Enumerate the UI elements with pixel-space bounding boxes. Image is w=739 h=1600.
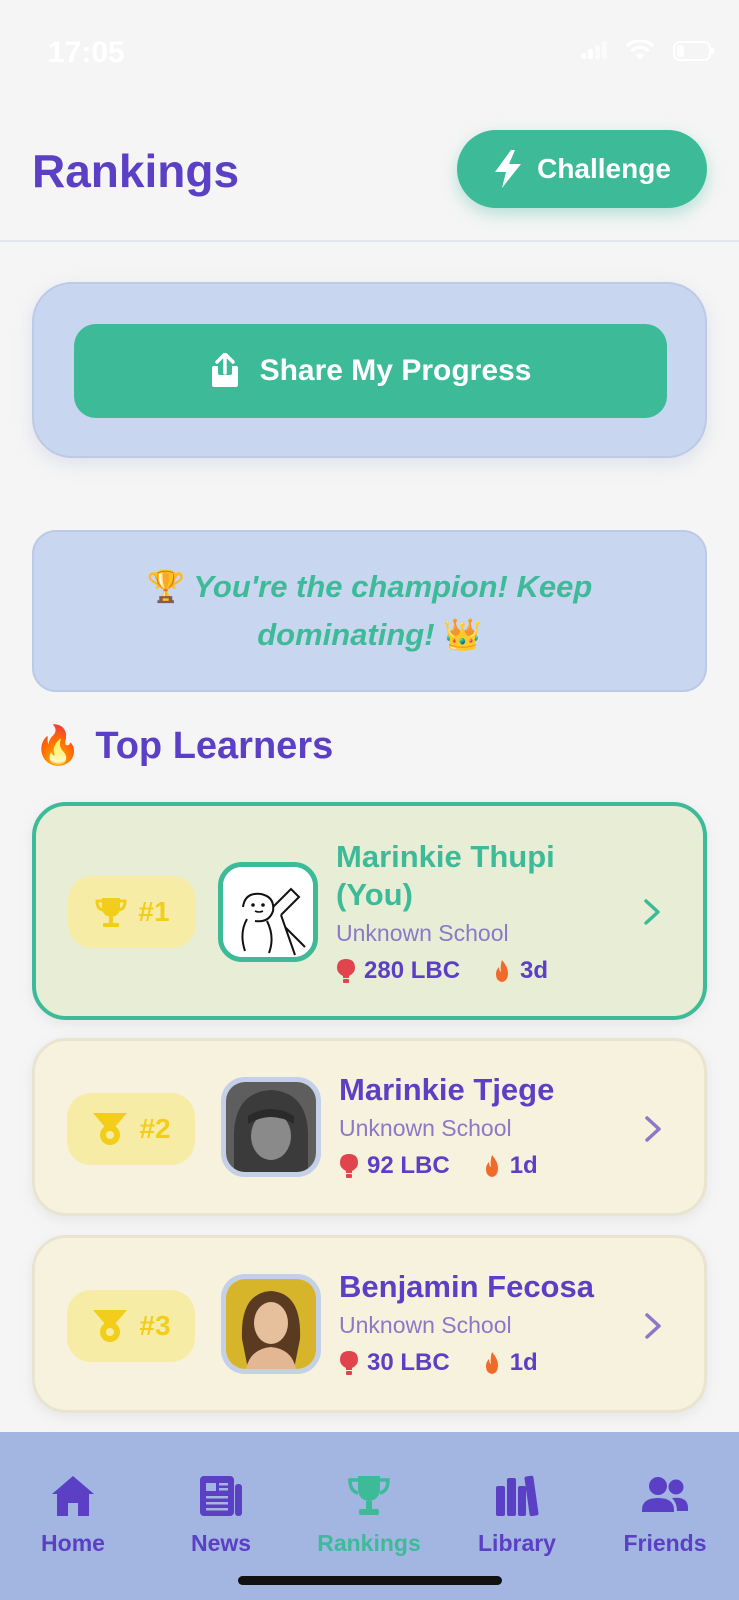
- streak-stat: 1d: [482, 1152, 538, 1180]
- flame-icon: [485, 1155, 498, 1177]
- lbc-stat: 30 LBC: [339, 1349, 450, 1377]
- share-progress-label: Share My Progress: [259, 354, 532, 387]
- rank-number: #1: [138, 896, 170, 927]
- share-icon: [211, 353, 238, 387]
- lbc-stat: 92 LBC: [339, 1152, 450, 1180]
- friends-icon: [642, 1477, 688, 1512]
- share-progress-button[interactable]: Share My Progress: [74, 324, 667, 418]
- challenge-button[interactable]: Challenge: [457, 130, 707, 208]
- learner-school: Unknown School: [336, 920, 509, 946]
- flame-icon: [496, 960, 509, 982]
- home-icon: [52, 1476, 94, 1516]
- header: Rankings Challenge: [0, 100, 739, 242]
- learner-school: Unknown School: [339, 1312, 512, 1338]
- lbc-value: 30 LBC: [367, 1349, 450, 1376]
- tab-library-label: Library: [478, 1530, 556, 1556]
- challenge-button-label: Challenge: [537, 153, 671, 184]
- trophy-icon: [95, 898, 127, 927]
- cellular-icon: [581, 41, 607, 59]
- tab-home[interactable]: Home: [13, 1474, 133, 1557]
- lbc-value: 92 LBC: [367, 1152, 450, 1179]
- sketch-avatar-icon: [223, 867, 313, 957]
- chevron-right-icon: [645, 1313, 661, 1339]
- wifi-icon: [625, 40, 655, 60]
- tab-home-label: Home: [41, 1530, 105, 1556]
- news-icon: [200, 1476, 242, 1516]
- streak-value: 1d: [509, 1349, 538, 1376]
- status-bar: 17:05: [0, 0, 739, 100]
- trophy-icon: [348, 1476, 390, 1515]
- medal-icon: [93, 1113, 128, 1145]
- rank-badge: #2: [67, 1093, 195, 1165]
- trophy-emoji-icon: 🏆: [146, 569, 186, 604]
- learner-info: Benjamin Fecosa Unknown School 30 LBC 1d: [339, 1268, 629, 1377]
- lightbulb-icon: [340, 1351, 358, 1375]
- chevron-right-icon: [644, 899, 660, 925]
- learner-name: Marinkie Tjege: [339, 1072, 555, 1107]
- crown-emoji-icon: 👑: [443, 617, 482, 652]
- lightbulb-icon: [337, 959, 355, 983]
- status-icons: [581, 40, 715, 62]
- tab-bar: Home News Rankings Library Friends: [0, 1432, 739, 1600]
- avatar: [221, 1077, 321, 1177]
- learner-name: Marinkie Thupi (You): [336, 839, 555, 912]
- learner-info: Marinkie Thupi (You) Unknown School 280 …: [336, 838, 616, 985]
- learner-stats: 92 LBC 1d: [339, 1152, 629, 1180]
- avatar: [221, 1274, 321, 1374]
- rank-badge: #1: [68, 876, 196, 948]
- streak-stat: 3d: [492, 957, 548, 985]
- leaderboard-row-3[interactable]: #3 Benjamin Fecosa Unknown School 30 LBC: [32, 1235, 707, 1413]
- tab-friends-label: Friends: [623, 1530, 707, 1556]
- section-title: 🔥 Top Learners: [34, 724, 333, 768]
- leaderboard-row-2[interactable]: #2 Marinkie Tjege Unknown School 92 LBC: [32, 1038, 707, 1216]
- tab-rankings[interactable]: Rankings: [309, 1474, 429, 1557]
- lightning-icon: [495, 150, 522, 188]
- library-icon: [496, 1475, 539, 1517]
- tab-friends[interactable]: Friends: [605, 1474, 725, 1557]
- streak-value: 3d: [520, 957, 549, 984]
- lbc-value: 280 LBC: [364, 957, 461, 984]
- fire-emoji-icon: 🔥: [34, 725, 82, 767]
- learner-info: Marinkie Tjege Unknown School 92 LBC 1d: [339, 1071, 629, 1180]
- banner-text: You're the champion! Keep dominating!: [193, 569, 593, 652]
- home-indicator: [238, 1576, 502, 1585]
- streak-value: 1d: [509, 1152, 538, 1179]
- lbc-stat: 280 LBC: [336, 957, 460, 985]
- share-card: Share My Progress: [32, 282, 707, 458]
- rank-number: #2: [139, 1113, 171, 1144]
- medal-icon: [93, 1310, 128, 1342]
- tab-news-label: News: [190, 1530, 252, 1556]
- learner-name: Benjamin Fecosa: [339, 1269, 594, 1304]
- page-title: Rankings: [32, 145, 240, 197]
- learner-school: Unknown School: [339, 1115, 512, 1141]
- chevron-right-icon: [645, 1116, 661, 1142]
- leaderboard-row-1[interactable]: #1 Marinkie Thupi (You) Unknown School 2…: [32, 802, 707, 1020]
- section-title-text: Top Learners: [95, 724, 334, 767]
- profile-photo-icon: [226, 1279, 316, 1369]
- rank-badge: #3: [67, 1290, 195, 1362]
- rank-number: #3: [139, 1310, 171, 1341]
- learner-stats: 280 LBC 3d: [336, 957, 616, 985]
- tab-rankings-label: Rankings: [317, 1530, 421, 1556]
- avatar: [218, 862, 318, 962]
- profile-photo-icon: [226, 1082, 316, 1172]
- learner-stats: 30 LBC 1d: [339, 1349, 629, 1377]
- tab-library[interactable]: Library: [457, 1474, 577, 1557]
- champion-banner: 🏆 You're the champion! Keep dominating! …: [32, 530, 707, 692]
- battery-icon: [673, 41, 714, 61]
- status-time: 17:05: [48, 36, 125, 69]
- flame-icon: [485, 1352, 498, 1374]
- tab-news[interactable]: News: [161, 1474, 281, 1557]
- streak-stat: 1d: [482, 1349, 538, 1377]
- lightbulb-icon: [340, 1154, 358, 1178]
